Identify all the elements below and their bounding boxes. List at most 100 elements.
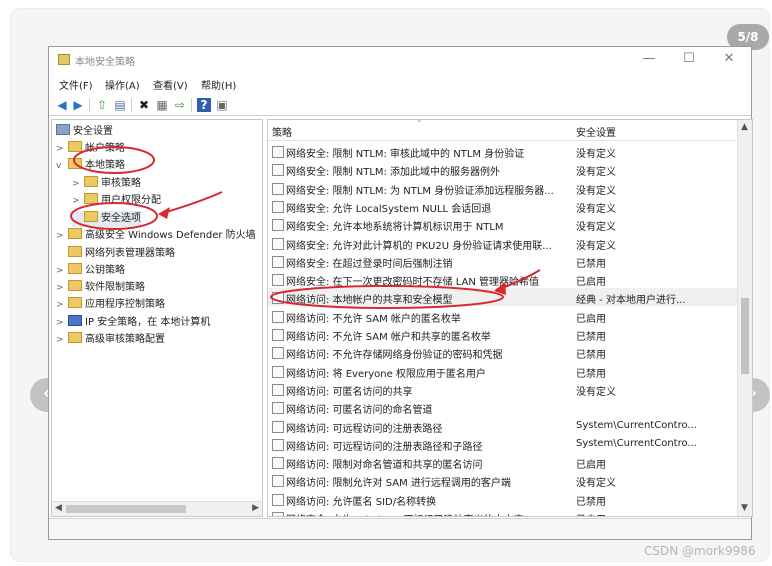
table-row[interactable]: 网络访问: 不允许存储网络身份验证的密码和凭据 已禁用 <box>268 343 738 361</box>
table-row[interactable]: 网络访问: 可远程访问的注册表路径和子路径 System\CurrentContr… <box>268 435 738 453</box>
tree-label: IP 安全策略，在 本地计算机 <box>85 317 211 328</box>
policy-setting: System\CurrentContro... <box>576 437 697 449</box>
policy-list: 策略 ⌃ 安全设置 网络安全: 限制 NTLM: 审核此域中的 NTLM 身份验… <box>267 119 753 517</box>
scroll-right-icon[interactable]: ▶ <box>252 503 259 513</box>
table-row[interactable]: 网络访问: 可匿名访问的命名管道 <box>268 398 738 416</box>
maximize-button[interactable]: ☐ <box>677 51 701 67</box>
expand-icon[interactable]: > <box>56 263 68 279</box>
policy-setting: 没有定义 <box>576 222 616 234</box>
scroll-up-icon[interactable]: ▲ <box>741 122 748 132</box>
expand-icon[interactable]: > <box>72 193 84 209</box>
table-row[interactable]: 网络访问: 不允许 SAM 帐户和共享的匿名枚举 已禁用 <box>268 325 738 343</box>
policy-name: 网络安全: 限制 NTLM: 添加此域中的服务器例外 <box>286 167 501 179</box>
policy-setting: 已禁用 <box>576 258 606 270</box>
properties-icon[interactable]: ▦ <box>155 98 169 112</box>
tree-item-security-options[interactable]: 安全选项 <box>72 211 141 227</box>
tree-item-public-key[interactable]: > 公钥策略 <box>56 263 125 279</box>
policy-name: 网络访问: 可匿名访问的共享 <box>286 386 413 398</box>
policy-setting: 已启用 <box>576 277 606 289</box>
expand-icon[interactable]: > <box>56 280 68 296</box>
table-row[interactable]: 网络访问: 本地帐户的共享和安全模型 经典 - 对本地用户进行... <box>268 288 738 307</box>
table-row[interactable]: 网络安全: 在超过登录时间后强制注销 已禁用 <box>268 252 738 270</box>
scrollbar-thumb[interactable] <box>741 298 749 374</box>
expand-icon[interactable]: > <box>56 297 68 313</box>
back-icon[interactable]: ◀ <box>55 98 69 112</box>
table-row[interactable]: 网络安全: 限制 NTLM: 审核此域中的 NTLM 身份验证 没有定义 <box>268 142 738 160</box>
scroll-down-icon[interactable]: ▼ <box>741 503 748 513</box>
export-icon[interactable]: ⇨ <box>173 98 187 112</box>
collapse-icon[interactable]: v <box>56 158 68 174</box>
policy-icon <box>272 255 284 268</box>
tree-item-network-list[interactable]: 网络列表管理器策略 <box>56 246 175 262</box>
menu-view[interactable]: 查看(V) <box>153 77 188 92</box>
policy-name: 网络安全: 允许对此计算机的 PKU2U 身份验证请求使用联... <box>286 240 552 252</box>
policy-icon <box>272 329 284 341</box>
forward-icon[interactable]: ▶ <box>71 98 85 112</box>
security-settings-icon <box>56 124 70 135</box>
menu-file[interactable]: 文件(F) <box>59 77 93 92</box>
expand-icon[interactable]: > <box>56 332 68 348</box>
table-row[interactable]: 网络安全: 允许 LocalSystem NULL 会话回退 没有定义 <box>268 197 738 215</box>
tree-item-defender-firewall[interactable]: > 高级安全 Windows Defender 防火墙 <box>56 228 256 244</box>
folder-icon <box>84 176 98 187</box>
policy-icon <box>272 402 284 415</box>
table-row[interactable]: 网络安全: 允许对此计算机的 PKU2U 身份验证请求使用联... 没有定义 <box>268 234 738 252</box>
expand-icon[interactable]: > <box>72 176 84 192</box>
table-row[interactable]: 网络安全: 在下一次更改密码时不存储 LAN 管理器哈希值 已启用 <box>268 270 738 288</box>
tree-horizontal-scrollbar[interactable]: ◀ ▶ <box>52 501 262 516</box>
menu-help[interactable]: 帮助(H) <box>201 77 236 92</box>
policy-name: 网络访问: 可远程访问的注册表路径 <box>286 423 443 435</box>
table-row[interactable]: 网络访问: 可匿名访问的共享 没有定义 <box>268 380 738 398</box>
folder-icon <box>68 332 82 343</box>
tree-item-app-control[interactable]: > 应用程序控制策略 <box>56 297 165 313</box>
policy-icon <box>272 475 284 488</box>
table-row[interactable]: 网络访问: 允许匿名 SID/名称转换 已禁用 <box>268 490 738 508</box>
policy-icon <box>272 493 284 506</box>
minimize-button[interactable]: — <box>637 51 661 67</box>
toolbar-separator <box>191 98 192 112</box>
table-row[interactable]: 网络访问: 不允许 SAM 帐户的匿名枚举 已启用 <box>268 307 738 325</box>
tree-item-user-rights[interactable]: > 用户权限分配 <box>72 193 161 209</box>
tree-item-account-policies[interactable]: > 帐户策略 <box>56 141 125 157</box>
watermark: CSDN @mork9986 <box>644 544 756 558</box>
tree-item-local-policies[interactable]: v 本地策略 <box>56 158 125 174</box>
list-vertical-scrollbar[interactable]: ▲ ▼ <box>737 120 752 516</box>
expand-icon[interactable]: > <box>56 141 68 157</box>
column-header-policy[interactable]: 策略 <box>272 124 292 139</box>
view-icon[interactable]: ▣ <box>215 98 229 112</box>
tree-label: 高级安全 Windows Defender 防火墙 <box>85 230 256 241</box>
table-row[interactable]: 网络安全: 允许 Windows 不标记了确认定义的由本应 已启用 <box>268 508 738 516</box>
help-icon[interactable]: ? <box>197 98 211 112</box>
expand-icon[interactable]: > <box>56 315 68 331</box>
scrollbar-thumb[interactable] <box>66 505 186 513</box>
tree-item-advanced-audit[interactable]: > 高级审核策略配置 <box>56 332 165 348</box>
show-hide-tree-icon[interactable]: ▤ <box>113 98 127 112</box>
policy-setting: 已启用 <box>576 511 736 516</box>
tree-root-security-settings[interactable]: 安全设置 <box>56 124 113 140</box>
policy-name: 网络访问: 将 Everyone 权限应用于匿名用户 <box>286 368 486 380</box>
table-row[interactable]: 网络访问: 限制对命名管道和共享的匿名访问 已启用 <box>268 453 738 471</box>
policy-name: 网络安全: 允许 Windows 不标记了确认定义的由本应 <box>286 511 568 516</box>
policy-name: 网络访问: 可远程访问的注册表路径和子路径 <box>286 441 483 453</box>
toolbar-separator <box>131 98 132 112</box>
policy-name: 网络访问: 本地帐户的共享和安全模型 <box>286 295 453 307</box>
table-row[interactable]: 网络安全: 限制 NTLM: 为 NTLM 身份验证添加远程服务器... 没有定义 <box>268 179 738 197</box>
table-row[interactable]: 网络访问: 可远程访问的注册表路径 System\CurrentContro... <box>268 417 738 435</box>
up-folder-icon[interactable]: ⇧ <box>95 98 109 112</box>
ip-security-icon <box>68 315 82 326</box>
table-row[interactable]: 网络访问: 将 Everyone 权限应用于匿名用户 已禁用 <box>268 362 738 380</box>
tree-item-software-restriction[interactable]: > 软件限制策略 <box>56 280 145 296</box>
table-row[interactable]: 网络安全: 允许本地系统将计算机标识用于 NTLM 没有定义 <box>268 215 738 233</box>
close-button[interactable]: ✕ <box>717 51 741 67</box>
menu-action[interactable]: 操作(A) <box>105 77 140 92</box>
table-row[interactable]: 网络访问: 限制允许对 SAM 进行远程调用的客户端 没有定义 <box>268 471 738 489</box>
delete-icon[interactable]: ✖ <box>137 98 151 112</box>
column-header-setting[interactable]: 安全设置 <box>576 124 616 139</box>
tree-item-ip-security[interactable]: > IP 安全策略，在 本地计算机 <box>56 315 210 331</box>
tree-item-audit-policy[interactable]: > 审核策略 <box>72 176 141 192</box>
scroll-left-icon[interactable]: ◀ <box>55 503 62 513</box>
policy-setting: 没有定义 <box>576 149 616 160</box>
table-row[interactable]: 网络安全: 限制 NTLM: 添加此域中的服务器例外 没有定义 <box>268 160 738 178</box>
tree-label: 高级审核策略配置 <box>85 334 165 345</box>
expand-icon[interactable]: > <box>56 228 68 244</box>
